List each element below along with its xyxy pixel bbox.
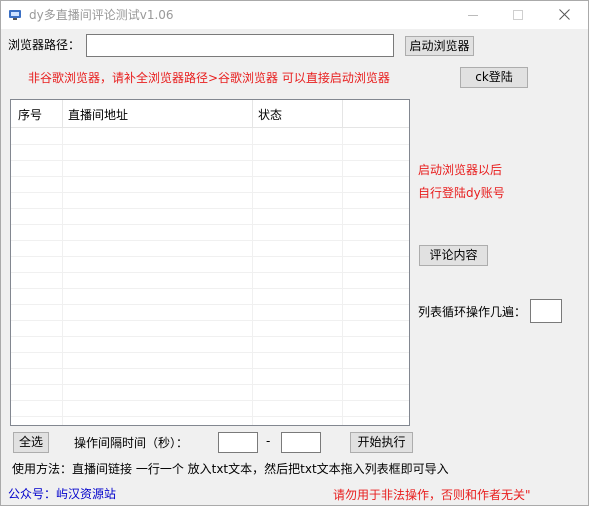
- title-bar: dy多直播间评论测试v1.06: [1, 1, 588, 29]
- grid-line: [11, 400, 409, 401]
- column-divider[interactable]: [62, 100, 63, 128]
- login-note-line2: 自行登陆dy账号: [418, 186, 505, 200]
- grid-line: [11, 224, 409, 225]
- grid-line: [11, 288, 409, 289]
- grid-line: [11, 336, 409, 337]
- grid-line: [11, 304, 409, 305]
- grid-line: [11, 320, 409, 321]
- interval-min-input[interactable]: [218, 432, 258, 453]
- launch-browser-button[interactable]: 启动浏览器: [405, 36, 474, 56]
- maximize-icon: [513, 10, 523, 20]
- interval-dash: -: [266, 434, 271, 448]
- launch-browser-label: 启动浏览器: [409, 39, 470, 53]
- browser-hint-text: 非谷歌浏览器，请补全浏览器路径>谷歌浏览器 可以直接启动浏览器: [28, 71, 390, 85]
- wechat-account-text: 公众号：屿汉资源站: [8, 487, 117, 501]
- column-divider[interactable]: [342, 100, 343, 128]
- browser-path-input[interactable]: [86, 34, 394, 57]
- grid-line: [11, 208, 409, 209]
- select-all-label: 全选: [18, 435, 43, 449]
- room-list[interactable]: 序号 直播间地址 状态: [10, 99, 410, 426]
- column-divider[interactable]: [252, 100, 253, 128]
- ck-login-label: ck登陆: [475, 70, 513, 84]
- select-all-button[interactable]: 全选: [13, 432, 49, 453]
- minimize-button[interactable]: [450, 1, 496, 29]
- maximize-button[interactable]: [495, 1, 541, 29]
- loop-count-input[interactable]: [530, 299, 562, 323]
- grid-line: [11, 192, 409, 193]
- list-header: 序号 直播间地址 状态: [11, 100, 409, 128]
- start-button[interactable]: 开始执行: [350, 432, 413, 453]
- start-label: 开始执行: [357, 435, 406, 449]
- grid-line: [11, 272, 409, 273]
- column-header-status[interactable]: 状态: [258, 106, 282, 123]
- column-header-index[interactable]: 序号: [18, 106, 42, 123]
- comment-content-label: 评论内容: [429, 248, 478, 262]
- app-window: dy多直播间评论测试v1.06 浏览器路径： 启动浏览器 非谷歌浏览器，请补全浏…: [0, 0, 589, 506]
- grid-line: [11, 416, 409, 417]
- ck-login-button[interactable]: ck登陆: [460, 67, 528, 88]
- loop-count-label: 列表循环操作几遍：: [418, 305, 527, 319]
- grid-line: [11, 160, 409, 161]
- window-title: dy多直播间评论测试v1.06: [29, 8, 174, 22]
- grid-line: [11, 144, 409, 145]
- grid-line: [252, 128, 253, 425]
- app-icon: [9, 10, 21, 20]
- grid-line: [11, 176, 409, 177]
- column-header-url[interactable]: 直播间地址: [68, 106, 128, 123]
- interval-max-input[interactable]: [281, 432, 321, 453]
- grid-line: [11, 256, 409, 257]
- usage-instructions: 使用方法：直播间链接 一行一个 放入txt文本，然后把txt文本拖入列表框即可导…: [12, 462, 449, 476]
- grid-line: [62, 128, 63, 425]
- legal-warning-text: 请勿用于非法操作，否则和作者无关": [333, 488, 531, 502]
- close-button[interactable]: [542, 1, 588, 29]
- browser-path-label: 浏览器路径：: [8, 38, 81, 52]
- login-note-line1: 启动浏览器以后: [418, 163, 503, 177]
- grid-line: [11, 240, 409, 241]
- close-icon: [559, 9, 570, 20]
- grid-line: [342, 128, 343, 425]
- comment-content-button[interactable]: 评论内容: [419, 245, 488, 266]
- grid-line: [11, 352, 409, 353]
- minimize-icon: [468, 15, 478, 16]
- interval-label: 操作间隔时间（秒）：: [74, 436, 189, 450]
- grid-line: [11, 384, 409, 385]
- grid-line: [11, 368, 409, 369]
